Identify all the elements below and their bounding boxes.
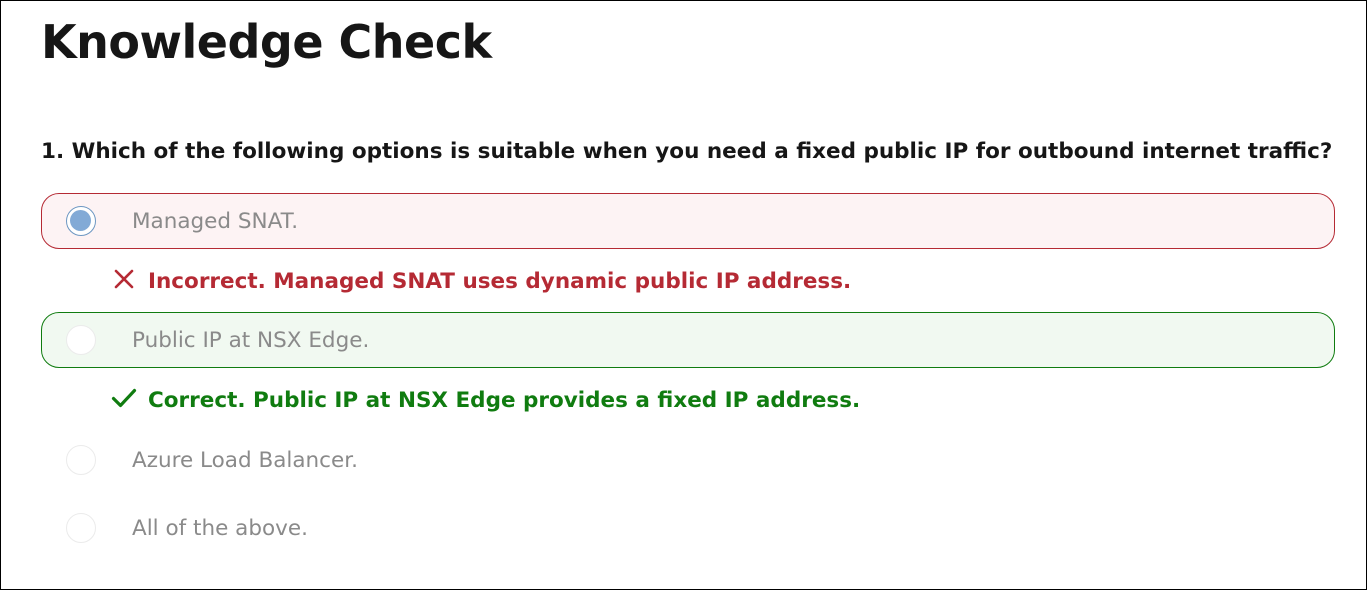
radio-button[interactable]: [66, 325, 96, 355]
page-title: Knowledge Check: [41, 15, 492, 69]
radio-button[interactable]: [66, 513, 96, 543]
option-managed-snat[interactable]: Managed SNAT.: [41, 193, 1335, 249]
close-icon: [111, 266, 137, 292]
option-label: All of the above.: [132, 516, 308, 541]
feedback-text: Correct. Public IP at NSX Edge provides …: [148, 388, 861, 413]
radio-button-selected[interactable]: [66, 206, 96, 236]
quiz-panel: Knowledge Check 1. Which of the followin…: [0, 0, 1367, 590]
option-label: Azure Load Balancer.: [132, 448, 358, 473]
feedback-text: Incorrect. Managed SNAT uses dynamic pub…: [148, 269, 852, 294]
feedback-correct: Correct. Public IP at NSX Edge provides …: [111, 385, 860, 415]
radio-button[interactable]: [66, 445, 96, 475]
feedback-incorrect: Incorrect. Managed SNAT uses dynamic pub…: [111, 266, 851, 296]
option-all-of-the-above[interactable]: All of the above.: [41, 500, 1335, 556]
checkmark-icon: [111, 385, 137, 411]
option-azure-load-balancer[interactable]: Azure Load Balancer.: [41, 432, 1335, 488]
question-text: 1. Which of the following options is sui…: [41, 139, 1333, 164]
option-public-ip-nsx-edge[interactable]: Public IP at NSX Edge.: [41, 312, 1335, 368]
option-label: Managed SNAT.: [132, 209, 299, 234]
option-label: Public IP at NSX Edge.: [132, 328, 370, 353]
